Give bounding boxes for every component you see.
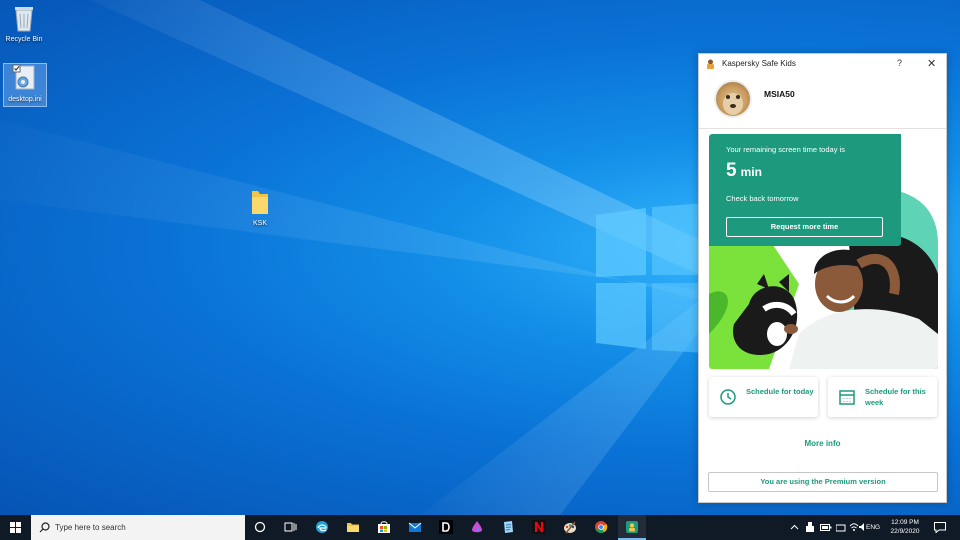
start-button[interactable] [0,515,31,540]
calendar-icon [839,390,855,405]
request-more-time-button[interactable]: Request more time [726,217,883,237]
task-view-icon [284,522,297,532]
task-view-button[interactable] [276,515,304,540]
kaspersky-logo-icon [707,59,714,69]
settings-file-icon [12,64,35,90]
store-icon [378,521,390,533]
battery-icon[interactable] [820,523,832,532]
schedule-today-label: Schedule for today [746,387,814,396]
remaining-minutes: 5 min [726,160,762,182]
clock-date: 22/9/2020 [890,528,920,535]
child-profile: MSIA50 [699,74,946,129]
taskbar-paint-drop[interactable] [463,515,491,540]
kaspersky-icon [626,521,638,533]
show-hidden-icons-chevron-icon[interactable] [790,523,799,532]
taskbar-mail[interactable] [401,515,429,540]
desktop-icon-label: Recycle Bin [5,36,43,43]
taskbar-notepad[interactable] [494,515,522,540]
netflix-icon [532,520,546,534]
screen-time-panel: Your remaining screen time today is 5 min… [709,134,938,369]
premium-version-button[interactable]: You are using the Premium version [708,472,938,492]
file-explorer-icon [347,523,359,532]
check-back-label: Check back tomorrow [726,194,799,203]
kaspersky-safe-kids-window: Kaspersky Safe Kids ? ✕ MSIA50 Your rema… [698,53,947,503]
taskbar: Type here to search ENG 12:09 PM 22/9/20… [0,515,960,540]
clock-time: 12:09 PM [891,519,919,526]
taskbar-netflix[interactable] [525,515,553,540]
dog-face-icon [723,93,743,115]
clock-icon [720,389,736,405]
taskbar-d-app[interactable] [432,515,460,540]
usb-device-icon[interactable] [805,522,815,533]
windows-start-icon [10,522,21,533]
minutes-value: 5 [726,160,737,181]
schedule-today-button[interactable]: Schedule for today [709,377,818,417]
clock[interactable]: 12:09 PM 22/9/2020 [882,518,928,536]
windows-logo [596,203,706,353]
taskbar-kaspersky[interactable] [618,515,646,540]
notifications-icon[interactable] [934,522,946,533]
search-icon [39,522,50,533]
screen-time-card: Your remaining screen time today is 5 min… [709,134,901,246]
edge-icon [316,521,328,533]
paint-icon [564,521,576,534]
notepad-icon [504,521,513,533]
taskbar-chrome[interactable] [587,515,615,540]
username: MSIA50 [764,89,795,99]
chrome-icon [595,521,608,534]
mail-icon [408,522,422,532]
close-button[interactable]: ✕ [927,57,936,70]
remaining-time-label: Your remaining screen time today is [726,145,845,154]
language-indicator[interactable]: ENG [866,524,880,531]
minutes-unit: min [740,165,762,179]
network-icon[interactable] [836,523,847,532]
folder-icon [252,191,268,214]
title-bar: Kaspersky Safe Kids ? ✕ [699,54,946,74]
avatar[interactable] [714,80,752,118]
search-placeholder: Type here to search [55,523,126,532]
cortana-icon [254,521,266,533]
taskbar-file-explorer[interactable] [339,515,367,540]
taskbar-store[interactable] [370,515,398,540]
recycle-bin-icon [15,7,33,32]
cortana-button[interactable] [246,515,274,540]
desktop-icon-label: desktop.ini [8,96,42,103]
taskbar-paint[interactable] [556,515,584,540]
help-button[interactable]: ? [897,58,902,68]
desktop-icon-desktop-ini[interactable]: desktop.ini [3,63,47,107]
desktop-icon-recycle-bin[interactable]: Recycle Bin [2,4,46,43]
search-box[interactable]: Type here to search [31,515,245,540]
taskbar-edge[interactable] [308,515,336,540]
desktop-icon-ksk-folder[interactable]: KSK [238,188,282,227]
window-title: Kaspersky Safe Kids [722,59,796,68]
desktop-icon-label: KSK [252,220,267,227]
schedule-week-label: Schedule for this week [865,387,926,407]
schedule-week-button[interactable]: Schedule for this week [828,377,937,417]
paint-drop-icon [472,521,482,533]
more-info-link[interactable]: More info [699,439,946,448]
d-app-icon [439,520,453,534]
